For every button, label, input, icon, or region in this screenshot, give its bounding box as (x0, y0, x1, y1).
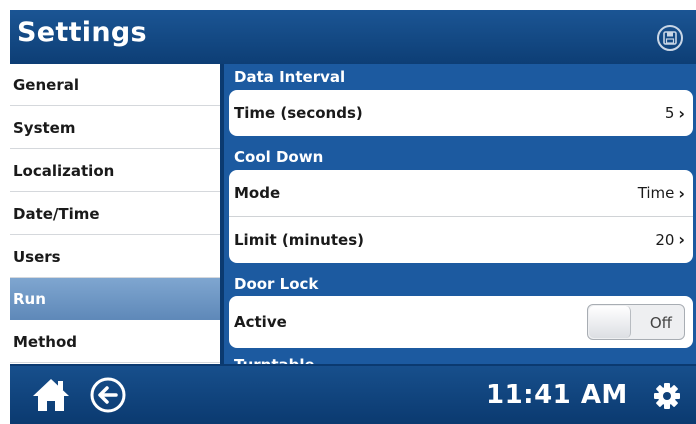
footer-bar: 11:41 AM (10, 366, 696, 424)
door-lock-card: Active Off (229, 296, 693, 348)
cool-down-card: Mode Time › Limit (minutes) 20 › (229, 170, 693, 263)
sidebar-item-label: Method (13, 332, 77, 351)
back-button[interactable] (88, 375, 128, 415)
section-title-data-interval: Data Interval (234, 68, 346, 86)
data-interval-card: Time (seconds) 5 › (229, 90, 693, 136)
row-value: Time (637, 184, 675, 202)
sidebar-item-label: Localization (13, 161, 115, 180)
sidebar-item-users[interactable]: Users (10, 236, 220, 278)
section-title-turntable: Turntable (234, 356, 315, 364)
row-label: Mode (234, 184, 281, 202)
chevron-right-icon: › (678, 230, 685, 249)
limit-minutes-row[interactable]: Limit (minutes) 20 › (229, 216, 693, 262)
run-settings-panel: Data Interval Time (seconds) 5 › Cool Do… (224, 64, 696, 364)
row-label: Time (seconds) (234, 104, 363, 122)
sidebar-item-method[interactable]: Method (10, 321, 220, 363)
sidebar-item-label: General (13, 75, 79, 94)
sidebar-item-run[interactable]: Run (10, 278, 220, 320)
header-bar: Settings (10, 10, 696, 64)
save-icon (663, 31, 677, 45)
sidebar-item-system[interactable]: System (10, 107, 220, 149)
row-value: 20 (655, 230, 675, 249)
back-arrow-icon (90, 377, 126, 413)
time-seconds-row[interactable]: Time (seconds) 5 › (229, 90, 693, 136)
door-lock-toggle[interactable]: Off (587, 304, 685, 340)
chevron-right-icon: › (678, 103, 685, 123)
clock-display: 11:41 AM (486, 380, 628, 410)
section-title-door-lock: Door Lock (234, 275, 319, 293)
row-value: 5 (664, 104, 675, 122)
row-label: Limit (minutes) (234, 230, 364, 249)
row-label: Active (234, 313, 287, 331)
toggle-knob (589, 306, 631, 338)
sidebar-item-general[interactable]: General (10, 64, 220, 106)
chevron-right-icon: › (678, 183, 685, 203)
section-title-cool-down: Cool Down (234, 148, 324, 166)
settings-button[interactable] (652, 381, 682, 411)
sidebar-item-label: Run (13, 289, 46, 308)
page-title: Settings (17, 17, 147, 48)
home-icon (33, 379, 69, 411)
save-button[interactable] (657, 25, 683, 51)
gear-icon (654, 383, 680, 409)
active-row: Active Off (229, 296, 693, 348)
sidebar-item-localization[interactable]: Localization (10, 150, 220, 192)
settings-screen: Settings General System Localization Dat… (10, 10, 696, 424)
home-button[interactable] (30, 375, 72, 415)
sidebar-item-label: Users (13, 247, 61, 266)
sidebar-item-date-time[interactable]: Date/Time (10, 193, 220, 235)
mode-row[interactable]: Mode Time › (229, 170, 693, 216)
sidebar-item-label: Date/Time (13, 204, 100, 223)
sidebar-item-label: System (13, 118, 76, 137)
settings-sidebar: General System Localization Date/Time Us… (10, 64, 220, 364)
toggle-state: Off (649, 314, 672, 332)
